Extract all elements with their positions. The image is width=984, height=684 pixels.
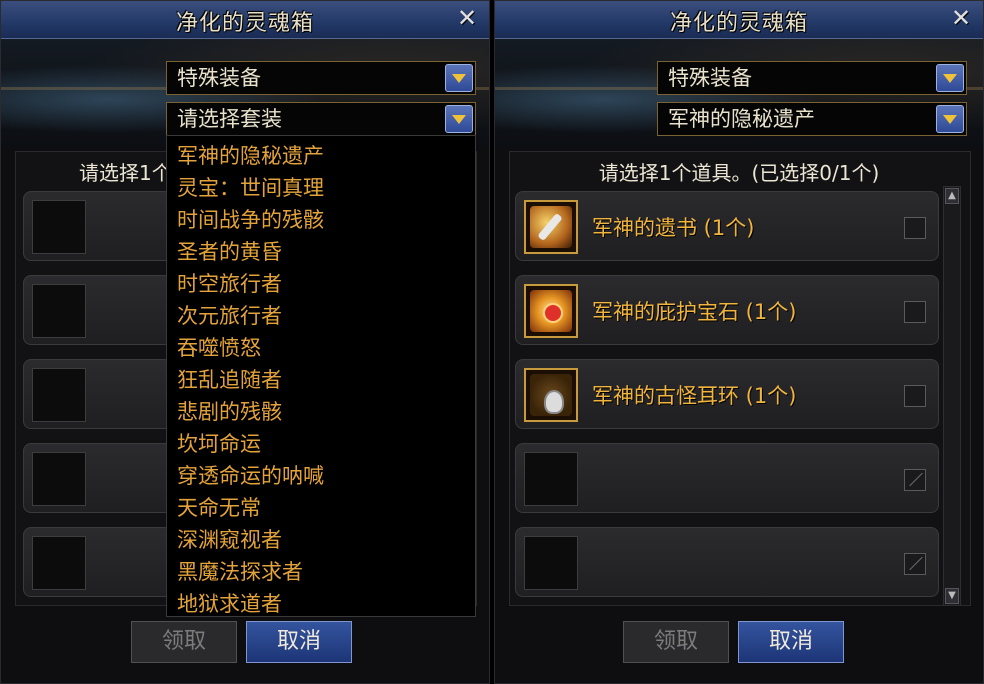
dropdown-option[interactable]: 吞噬愤怒 — [177, 332, 475, 364]
empty-icon-box — [32, 284, 86, 338]
empty-icon-box — [32, 368, 86, 422]
dropdown-option[interactable]: 狂乱追随者 — [177, 364, 475, 396]
window-title: 净化的灵魂箱 — [669, 11, 808, 36]
dropdown-option[interactable]: 悲剧的残骸 — [177, 396, 475, 428]
disabled-checkbox — [904, 553, 926, 575]
dropdown-option[interactable]: 穿透命运的呐喊 — [177, 460, 475, 492]
empty-icon-box — [524, 452, 578, 506]
empty-item-slot — [23, 275, 173, 345]
dropdown-option[interactable]: 灵宝：世间真理 — [177, 172, 475, 204]
earring-icon — [530, 374, 572, 416]
claim-button[interactable]: 领取 — [131, 621, 237, 663]
claim-button[interactable]: 领取 — [623, 621, 729, 663]
dropdown-option[interactable]: 黑魔法探求者 — [177, 556, 475, 588]
empty-item-slot — [515, 527, 939, 597]
empty-icon-box — [32, 200, 86, 254]
list-scrollbar[interactable]: ▲ ▼ — [943, 186, 961, 606]
chevron-down-icon[interactable] — [936, 105, 964, 133]
set-select[interactable]: 请选择套装 — [166, 102, 476, 136]
dropdown-option[interactable]: 时空旅行者 — [177, 268, 475, 300]
scroll-up-icon[interactable]: ▲ — [945, 188, 959, 204]
empty-icon-box — [32, 452, 86, 506]
item-slot[interactable]: 军神的古怪耳环 (1个) — [515, 359, 939, 429]
dropdown-option[interactable]: 次元旅行者 — [177, 300, 475, 332]
window-title: 净化的灵魂箱 — [175, 11, 314, 36]
set-select-value: 军神的隐秘遗产 — [668, 107, 815, 131]
empty-item-slot — [23, 527, 173, 597]
item-slot[interactable]: 军神的庇护宝石 (1个) — [515, 275, 939, 345]
set-select[interactable]: 军神的隐秘遗产 — [657, 102, 967, 136]
item-name: 军神的遗书 (1个) — [592, 216, 755, 240]
dropdown-option[interactable]: 圣者的黄昏 — [177, 236, 475, 268]
item-icon-box — [524, 368, 578, 422]
item-icon-box — [524, 200, 578, 254]
letter-quill-icon — [530, 206, 572, 248]
cancel-button[interactable]: 取消 — [246, 621, 352, 663]
item-slot[interactable]: 军神的遗书 (1个) — [515, 191, 939, 261]
disabled-checkbox — [904, 469, 926, 491]
window-titlebar[interactable]: 净化的灵魂箱 ✕ — [495, 1, 983, 39]
sun-gem-icon — [530, 290, 572, 332]
chevron-down-icon[interactable] — [936, 64, 964, 92]
empty-item-slot — [23, 191, 173, 261]
item-icon-box — [524, 284, 578, 338]
empty-icon-box — [32, 536, 86, 590]
cancel-button[interactable]: 取消 — [738, 621, 844, 663]
dropdown-option[interactable]: 军神的隐秘遗产 — [177, 140, 475, 172]
close-icon[interactable]: ✕ — [949, 6, 973, 30]
dropdown-option[interactable]: 天命无常 — [177, 492, 475, 524]
item-name: 军神的古怪耳环 (1个) — [592, 384, 797, 408]
category-select[interactable]: 特殊装备 — [657, 61, 967, 95]
set-dropdown-list: 军神的隐秘遗产 灵宝：世间真理 时间战争的残骸 圣者的黄昏 时空旅行者 次元旅行… — [166, 135, 476, 617]
selection-prompt: 请选择1个道具。(已选择0/1个) — [598, 161, 880, 185]
empty-item-slot — [23, 443, 173, 513]
scroll-down-icon[interactable]: ▼ — [945, 588, 959, 604]
chevron-down-icon[interactable] — [445, 105, 473, 133]
item-checkbox[interactable] — [904, 301, 926, 323]
soul-box-window-right: 净化的灵魂箱 ✕ 特殊装备 军神的隐秘遗产 请选择1个道具。(已选择0/1个) … — [494, 0, 984, 684]
selection-prompt: 请选择1个 — [79, 161, 172, 185]
empty-icon-box — [524, 536, 578, 590]
dropdown-option[interactable]: 坎坷命运 — [177, 428, 475, 460]
empty-item-slot — [23, 359, 173, 429]
empty-item-slot — [515, 443, 939, 513]
category-select-value: 特殊装备 — [177, 66, 261, 90]
item-checkbox[interactable] — [904, 385, 926, 407]
soul-box-window-left: 净化的灵魂箱 ✕ 特殊装备 请选择套装 请选择1个 军神的隐秘遗产 灵宝：世间真… — [0, 0, 490, 684]
dropdown-option[interactable]: 深渊窥视者 — [177, 524, 475, 556]
chevron-down-icon[interactable] — [445, 64, 473, 92]
close-icon[interactable]: ✕ — [455, 6, 479, 30]
item-checkbox[interactable] — [904, 217, 926, 239]
dropdown-option[interactable]: 地狱求道者 — [177, 588, 475, 620]
window-titlebar[interactable]: 净化的灵魂箱 ✕ — [1, 1, 489, 39]
category-select[interactable]: 特殊装备 — [166, 61, 476, 95]
item-name: 军神的庇护宝石 (1个) — [592, 300, 797, 324]
dropdown-option[interactable]: 时间战争的残骸 — [177, 204, 475, 236]
set-select-value: 请选择套装 — [177, 107, 282, 131]
category-select-value: 特殊装备 — [668, 66, 752, 90]
